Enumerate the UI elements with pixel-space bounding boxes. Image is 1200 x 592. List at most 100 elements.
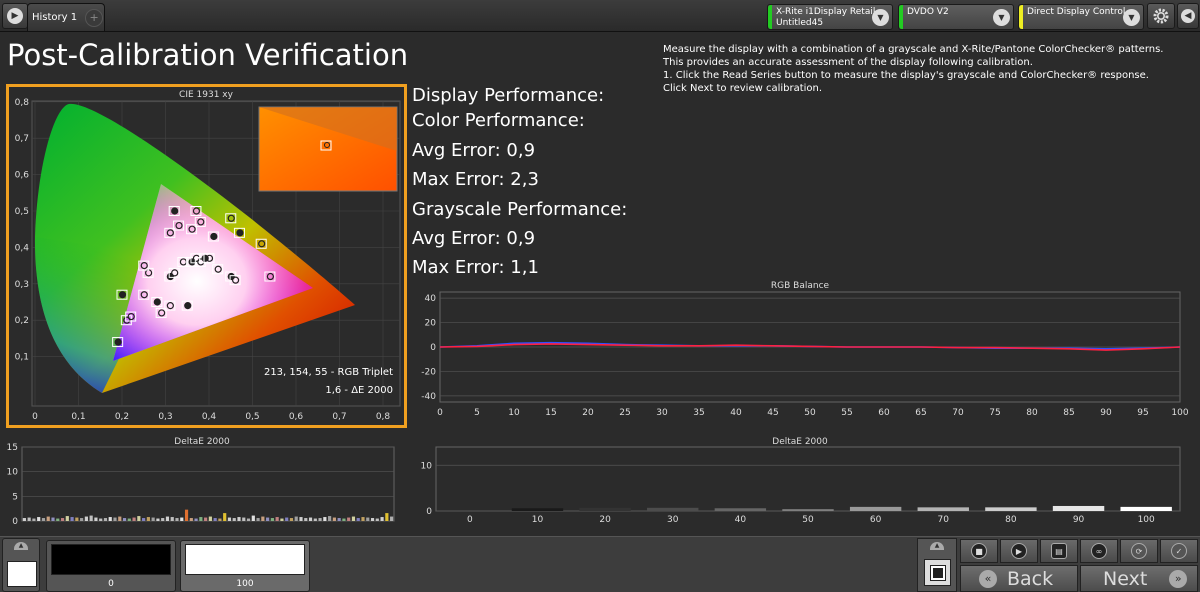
color-deltae-bar: [94, 517, 98, 521]
color-deltae-bar: [27, 517, 31, 521]
color-deltae-bar: [337, 518, 341, 521]
color-deltae-bar: [127, 518, 131, 521]
grayscale-deltae-chart: DeltaE 2000 10 0 0 10 20 30 40 50 60 70 80 90 100: [421, 437, 1181, 525]
color-deltae-bar: [351, 516, 356, 521]
cie-measured-marker: [184, 302, 192, 310]
back-button-label: Back: [1007, 567, 1054, 590]
page-title: Post-Calibration Verification: [7, 38, 409, 72]
color-deltae-bar: [270, 518, 274, 521]
rgb-x-tick-label: 40: [730, 408, 742, 418]
color-deltae-y-tick-label: 15: [7, 443, 18, 453]
cie-chart-title: CIE 1931 xy: [179, 90, 234, 100]
color-deltae-bar: [242, 517, 246, 521]
color-deltae-bar: [375, 518, 379, 521]
patch-swatch-100[interactable]: 100: [180, 540, 310, 592]
color-deltae-bar: [380, 517, 384, 521]
color-deltae-bar: [356, 518, 360, 521]
rgb-x-tick-label: 65: [915, 408, 926, 418]
color-deltae-y-tick-label: 5: [12, 492, 18, 502]
color-deltae-bar: [137, 516, 141, 521]
grayscale-deltae-x-tick-label: 40: [735, 515, 747, 525]
color-deltae-bar: [41, 518, 46, 521]
swatch-scroll-left[interactable]: ▲: [2, 538, 40, 592]
stop-measure-button[interactable]: [924, 559, 951, 586]
display-performance-label: Display Performance:: [412, 85, 605, 106]
color-deltae-y-tick-label: 0: [12, 517, 18, 527]
color-deltae-bar: [199, 517, 203, 521]
color-deltae-bar: [99, 518, 103, 521]
rgb-x-tick-label: 20: [582, 408, 594, 418]
cie-y-tick-label: 0,4: [15, 243, 30, 253]
color-deltae-bar: [208, 516, 212, 521]
save-icon: ▤: [1051, 543, 1067, 559]
read-stop-button[interactable]: ■: [960, 539, 998, 563]
grayscale-deltae-x-tick-label: 80: [1005, 515, 1017, 525]
color-deltae-bar: [285, 517, 289, 521]
color-deltae-bar: [132, 517, 136, 521]
chevron-up-icon[interactable]: ▲: [930, 542, 944, 550]
color-deltae-title: DeltaE 2000: [174, 437, 230, 447]
rgb-x-tick-label: 10: [508, 408, 520, 418]
continuous-read-button[interactable]: ∞: [1080, 539, 1118, 563]
color-deltae-chart: DeltaE 2000 15 10 5 0: [7, 437, 395, 527]
save-button[interactable]: ▤: [1040, 539, 1078, 563]
double-chevron-left-icon: «: [979, 569, 997, 588]
collapse-panel-button[interactable]: ◀: [1177, 3, 1199, 29]
chevron-up-icon: ▲: [14, 542, 28, 550]
patch-swatch-0[interactable]: 0: [46, 540, 176, 592]
color-deltae-bar: [80, 518, 84, 521]
color-deltae-bar: [332, 517, 336, 521]
color-deltae-bar: [156, 518, 160, 521]
cie-x-tick-label: 0: [32, 412, 38, 422]
color-deltae-bar: [22, 518, 26, 521]
color-deltae-bar: [161, 518, 165, 521]
cie-x-tick-label: 0,7: [332, 412, 346, 422]
meter-dropdown[interactable]: X-Rite i1Display Retail Untitled45 ▼: [767, 4, 893, 30]
cie-y-axis: 0,1 0,2 0,3 0,4 0,5 0,6 0,7 0,8: [15, 98, 30, 363]
color-deltae-bar: [232, 518, 236, 521]
display-control-dropdown[interactable]: Direct Display Control ▼: [1018, 4, 1144, 30]
back-button[interactable]: « Back: [960, 565, 1078, 592]
patch-label: 100: [236, 579, 254, 589]
add-tab-button[interactable]: +: [85, 8, 104, 27]
grayscale-deltae-x-tick-label: 100: [1138, 515, 1155, 525]
settings-button[interactable]: [1147, 3, 1175, 29]
grayscale-deltae-x-tick-label: 20: [599, 515, 611, 525]
color-deltae-bar: [194, 518, 198, 521]
cie-measured-marker: [210, 232, 218, 241]
cie-y-tick-label: 0,6: [15, 171, 30, 181]
pattern-generator-dropdown[interactable]: DVDO V2 ▼: [898, 4, 1014, 30]
grayscale-deltae-plot-area: [435, 446, 1181, 512]
color-deltae-bar: [308, 517, 313, 521]
chevron-down-icon: ▼: [993, 9, 1010, 26]
color-deltae-bar: [361, 517, 365, 521]
read-series-button[interactable]: ▶: [1000, 539, 1038, 563]
rgb-balance-y-axis: 40 20 0 -20 -40: [421, 294, 436, 402]
grayscale-deltae-x-tick-label: 90: [1073, 515, 1085, 525]
color-performance-label: Color Performance:: [412, 110, 585, 131]
chevron-down-icon: ▼: [872, 9, 889, 26]
cie-chart-frame[interactable]: CIE 1931 xy 213, 154, 55 - RGB Triplet 1…: [6, 84, 407, 428]
instruction-line: Click Next to review calibration.: [663, 83, 823, 94]
next-button[interactable]: Next »: [1080, 565, 1198, 592]
cie-measured-marker: [171, 207, 179, 215]
history-menu-button[interactable]: ▶: [2, 3, 28, 29]
color-deltae-bar: [261, 516, 265, 521]
cie-x-tick-label: 0,4: [202, 412, 217, 422]
color-deltae-bar: [65, 516, 69, 521]
color-deltae-bar: [122, 518, 127, 521]
rgb-y-tick-label: 20: [425, 319, 437, 329]
color-deltae-bar: [103, 518, 108, 521]
infinity-icon: ∞: [1091, 543, 1107, 559]
cie-x-tick-label: 0,6: [289, 412, 304, 422]
grayscale-deltae-x-tick-label: 50: [802, 515, 814, 525]
cie-y-tick-label: 0,1: [15, 353, 29, 363]
color-deltae-bar: [184, 509, 189, 521]
grayscale-deltae-x-tick-label: 30: [667, 515, 679, 525]
confirm-button[interactable]: ✓: [1160, 539, 1198, 563]
refresh-button[interactable]: ⟳: [1120, 539, 1158, 563]
tab-history-1[interactable]: History 1 +: [27, 3, 105, 31]
cie-y-tick-label: 0,7: [15, 134, 29, 144]
grayscale-avg-error: Avg Error: 0,9: [412, 228, 536, 249]
color-deltae-bar: [223, 513, 227, 521]
